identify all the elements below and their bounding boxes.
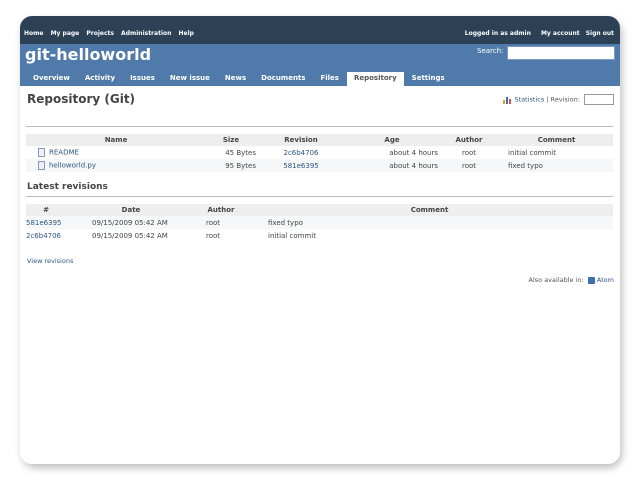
file-name-cell: helloworld.py <box>26 159 206 172</box>
file-row: helloworld.py 95 Bytes 581e6395 about 4 … <box>26 159 613 172</box>
revision-row: 581e6395 09/15/2009 05:42 AM root fixed … <box>26 216 613 229</box>
revision-author: root <box>206 218 221 227</box>
tab-news[interactable]: News <box>218 72 253 86</box>
revision-author: root <box>206 231 221 240</box>
latest-divider <box>26 196 613 197</box>
top-menu-administration[interactable]: Administration <box>121 30 171 37</box>
repository-browser-table: Name Size Revision Age Author Comment RE… <box>26 134 613 172</box>
tab-settings[interactable]: Settings <box>405 72 452 86</box>
project-title: git-helloworld <box>25 45 152 64</box>
browser-header-row: Name Size Revision Age Author Comment <box>26 134 613 146</box>
col-age: Age <box>346 134 438 146</box>
revision-label: | Revision: <box>546 95 580 104</box>
latest-revisions-table: # Date Author Comment 581e6395 09/15/200… <box>26 204 613 242</box>
top-menu-home[interactable]: Home <box>24 30 43 37</box>
file-name-cell: README <box>26 146 206 159</box>
revision-link[interactable]: 581e6395 <box>26 219 61 227</box>
file-icon <box>38 161 45 170</box>
col-rev-comment: Comment <box>246 204 613 216</box>
file-link-helloworld[interactable]: helloworld.py <box>49 162 96 170</box>
file-row: README 45 Bytes 2c6b4706 about 4 hours r… <box>26 146 613 159</box>
feed-icon <box>587 276 595 284</box>
revision-input[interactable] <box>584 94 614 105</box>
project-tabs: Overview Activity Issues New issue News … <box>26 72 453 86</box>
col-date: Date <box>66 204 196 216</box>
file-author: root <box>461 161 477 170</box>
col-comment: Comment <box>500 134 613 146</box>
col-author: Author <box>438 134 500 146</box>
top-menu-projects[interactable]: Projects <box>86 30 114 37</box>
file-icon <box>38 148 45 157</box>
col-rev-author: Author <box>196 204 246 216</box>
revision-date: 09/15/2009 05:42 AM <box>92 218 168 227</box>
also-available: Also available in: Atom <box>529 276 614 284</box>
file-comment: initial commit <box>508 148 556 157</box>
revision-link[interactable]: 2c6b4706 <box>26 232 61 240</box>
file-revision-link[interactable]: 581e6395 <box>283 162 318 170</box>
search-input[interactable] <box>507 46 615 60</box>
logged-in-as: Logged in as admin <box>464 30 531 37</box>
file-comment: fixed typo <box>508 161 543 170</box>
top-menu: Home My page Projects Administration Hel… <box>20 16 620 44</box>
file-revision: 2c6b4706 <box>256 146 346 159</box>
col-size: Size <box>206 134 256 146</box>
tab-repository[interactable]: Repository <box>346 72 404 86</box>
col-name: Name <box>26 134 206 146</box>
revision-id-cell: 581e6395 <box>26 216 66 229</box>
tab-documents[interactable]: Documents <box>254 72 312 86</box>
file-revision-link[interactable]: 2c6b4706 <box>283 149 318 157</box>
revision-comment: fixed typo <box>268 218 303 227</box>
latest-revisions-title: Latest revisions <box>27 182 108 192</box>
file-link-readme[interactable]: README <box>49 149 79 157</box>
statistics-link[interactable]: Statistics <box>515 96 545 104</box>
page-title: Repository (Git) <box>27 92 136 106</box>
search-label: Search: <box>477 47 504 55</box>
statistics-icon <box>503 96 512 104</box>
my-account-link[interactable]: My account <box>541 30 580 37</box>
top-menu-help[interactable]: Help <box>178 30 193 37</box>
repository-contextual: Statistics | Revision: <box>503 94 614 105</box>
col-rev-number: # <box>26 204 66 216</box>
revisions-header-row: # Date Author Comment <box>26 204 613 216</box>
revision-date: 09/15/2009 05:42 AM <box>92 231 168 240</box>
browser-window: Home My page Projects Administration Hel… <box>20 16 620 464</box>
file-revision: 581e6395 <box>256 159 346 172</box>
title-divider <box>26 126 613 127</box>
file-age: about 4 hours <box>389 161 438 170</box>
also-available-label: Also available in: <box>528 276 584 284</box>
file-author: root <box>461 148 477 157</box>
sign-out-link[interactable]: Sign out <box>586 30 614 37</box>
tab-new-issue[interactable]: New issue <box>163 72 217 86</box>
top-menu-my-page[interactable]: My page <box>51 30 80 37</box>
file-age: about 4 hours <box>389 148 438 157</box>
top-menu-right: Logged in as admin My account Sign out <box>457 30 614 37</box>
tab-issues[interactable]: Issues <box>123 72 162 86</box>
tab-activity[interactable]: Activity <box>78 72 122 86</box>
revision-comment: initial commit <box>268 231 316 240</box>
file-size: 95 Bytes <box>225 161 256 170</box>
revision-id-cell: 2c6b4706 <box>26 229 66 242</box>
col-revision: Revision <box>256 134 346 146</box>
revision-row: 2c6b4706 09/15/2009 05:42 AM root initia… <box>26 229 613 242</box>
view-revisions-link[interactable]: View revisions <box>27 257 73 265</box>
tab-overview[interactable]: Overview <box>26 72 77 86</box>
atom-link[interactable]: Atom <box>597 276 614 284</box>
tab-files[interactable]: Files <box>313 72 346 86</box>
file-size: 45 Bytes <box>225 148 256 157</box>
top-menu-left: Home My page Projects Administration Hel… <box>24 30 199 37</box>
